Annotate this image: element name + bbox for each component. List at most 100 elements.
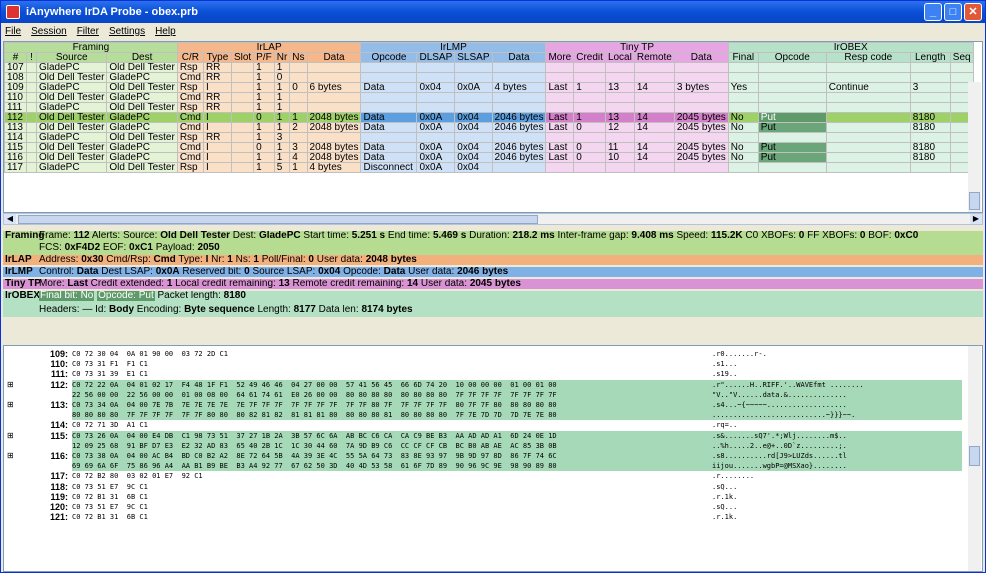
detail-field-value[interactable]: Body (109, 305, 134, 315)
column-header[interactable]: DLSAP (416, 52, 456, 63)
hex-row[interactable]: ⊞ 113: C0 73 34 0A 04 00 7E 7B 7E 7E 7E 7E… (4, 400, 964, 410)
detail-field-value[interactable]: 218.2 ms (512, 231, 554, 241)
menu-settings[interactable]: Settings (109, 26, 145, 37)
detail-irobex-row-2[interactable]: Headers: — Id: Body Encoding: Byte seque… (3, 305, 983, 315)
column-header[interactable]: Ns (289, 52, 308, 63)
detail-field-value[interactable]: 0x0A (156, 267, 180, 277)
menu-filter[interactable]: Filter (77, 26, 99, 37)
column-header[interactable]: Dest (106, 52, 178, 63)
detail-field-value[interactable]: 8177 (294, 305, 316, 315)
detail-field-value[interactable]: 13 (279, 279, 290, 289)
hex-row[interactable]: 80 80 80 80 7F 7F 7F 7F 7F 7F 80 80 80 8… (4, 410, 964, 421)
hex-row[interactable]: 114: C0 72 71 3D A1 C1 .rq=.. (4, 420, 964, 430)
column-header[interactable]: Local (604, 52, 635, 63)
hex-row[interactable]: ⊞ 115: C0 73 26 0A 04 00 E4 DB C1 98 73 51… (4, 430, 964, 441)
table-row[interactable]: 113 Old Dell Tester GladePC Cmd I 1 1 2 2048 byt… (4, 122, 974, 133)
detail-irlap-row[interactable]: IrLAP Address: 0x30 Cmd/Rsp: Cmd Type: I … (3, 255, 983, 265)
hex-vertical-scrollbar[interactable] (968, 346, 981, 571)
minimize-button[interactable]: _ (924, 3, 942, 21)
detail-field-value[interactable]: Data (77, 267, 99, 277)
detail-field-value[interactable]: 2050 (197, 243, 219, 253)
hex-row[interactable]: ⊞ 116: C0 73 38 0A 04 00 AC B4 BD C0 B2 A2… (4, 451, 964, 461)
title-bar[interactable]: iAnywhere IrDA Probe - obex.prb _ □ ✕ (1, 1, 985, 23)
detail-field-value[interactable]: 0x30 (81, 255, 103, 265)
detail-field-value[interactable]: 9.408 ms (631, 231, 673, 241)
column-header[interactable]: Data (491, 52, 547, 63)
column-header[interactable]: Opcode (360, 52, 418, 63)
hex-row[interactable]: 118: C0 73 51 E7 9C C1 .sQ... (4, 482, 964, 492)
menu-file[interactable]: File (5, 26, 21, 37)
column-header[interactable]: Type (202, 52, 232, 63)
scroll-right-icon[interactable]: ▶ (970, 214, 982, 224)
table-row[interactable]: 108 Old Dell Tester GladePC Cmd RR 1 0 (4, 72, 974, 83)
detail-field-value[interactable]: Old Dell Tester (160, 231, 230, 241)
column-header[interactable]: Data (306, 52, 362, 63)
column-header[interactable]: Credit (573, 52, 606, 63)
column-header[interactable]: C/R (176, 52, 204, 63)
hex-row[interactable]: 120: C0 73 51 E7 9C C1 .sQ... (4, 502, 964, 512)
column-header[interactable]: Remote (633, 52, 675, 63)
detail-field-value[interactable]: Byte sequence (184, 305, 255, 315)
table-row[interactable]: 112 Old Dell Tester GladePC Cmd I 0 1 1 2048 byt… (4, 112, 974, 123)
hex-row[interactable]: 111: C0 73 31 39 E1 C1 .s19.. (4, 369, 964, 379)
hex-row[interactable]: ⊞ 112: C0 72 22 0A 04 01 02 17 F4 48 1F F1… (4, 379, 964, 390)
column-header[interactable]: More (545, 52, 575, 63)
column-header[interactable]: P/F (253, 52, 275, 63)
hex-row[interactable]: 12 09 25 68 91 BF D7 E3 E2 32 AD 83 65 4… (4, 440, 964, 451)
table-row[interactable]: 109 GladePC Old Dell Tester Rsp I 1 1 0 6 bytes D… (4, 82, 974, 93)
detail-field-value[interactable]: 115.2K (711, 231, 743, 241)
column-header[interactable]: Slot (230, 52, 255, 63)
group-header[interactable]: Framing (4, 42, 178, 53)
packet-table-vertical-scrollbar[interactable] (968, 82, 981, 212)
column-header[interactable]: Seq (949, 52, 974, 63)
detail-field-value[interactable]: 0xC1 (129, 243, 153, 253)
obex-opcode[interactable]: Opcode: Put (97, 291, 155, 301)
column-header[interactable]: Source (35, 52, 108, 63)
scroll-thumb[interactable] (18, 215, 538, 224)
detail-field-value[interactable]: 5.251 s (352, 231, 385, 241)
detail-irlmp-row[interactable]: IrLMP Control: Data Dest LSAP: 0x0A Reser… (3, 267, 983, 277)
detail-field-value[interactable]: 2045 bytes (470, 279, 521, 289)
scroll-left-icon[interactable]: ◀ (4, 214, 16, 224)
detail-field-value[interactable]: 2046 bytes (457, 267, 508, 277)
column-header[interactable]: Final (727, 52, 759, 63)
detail-field-value[interactable]: 0xF4D2 (65, 243, 101, 253)
column-header[interactable]: # (4, 52, 27, 63)
detail-field-value[interactable]: GladePC (259, 231, 301, 241)
detail-field-value[interactable]: 5.469 s (433, 231, 466, 241)
detail-field-value[interactable]: Data (384, 267, 406, 277)
column-header[interactable]: Length (909, 52, 951, 63)
detail-framing-row-2[interactable]: FCS: 0xF4D2 EOF: 0xC1 Payload: 2050 (3, 243, 983, 253)
menu-session[interactable]: Session (31, 26, 67, 37)
detail-field-value[interactable]: 0x04 (318, 267, 340, 277)
group-header[interactable]: IrLMP (360, 42, 547, 53)
scroll-thumb[interactable] (969, 192, 980, 210)
table-row[interactable]: 115 Old Dell Tester GladePC Cmd I 0 1 3 2048 byt… (4, 142, 974, 153)
maximize-button[interactable]: □ (944, 3, 962, 21)
scroll-thumb[interactable] (969, 446, 980, 466)
group-header[interactable]: Tiny TP (545, 42, 729, 53)
table-row[interactable]: 114 GladePC Old Dell Tester Rsp RR 1 3 (4, 132, 974, 143)
hex-row[interactable]: 110: C0 73 31 F1 F1 C1 .s1... (4, 359, 964, 369)
column-header[interactable]: Resp code (825, 52, 911, 63)
group-header[interactable]: IrOBEX (727, 42, 974, 53)
hex-row[interactable]: 22 56 00 00 22 56 00 00 01 00 08 00 64 6… (4, 389, 964, 400)
hex-row[interactable]: 69 69 6A 6F 75 86 96 A4 AA B1 B9 BE B3 A… (4, 461, 964, 472)
group-header[interactable]: IrLAP (176, 42, 362, 53)
table-row[interactable]: 111 GladePC Old Dell Tester Rsp RR 1 1 (4, 102, 974, 113)
table-row[interactable]: 107 GladePC Old Dell Tester Rsp RR 1 1 (4, 62, 974, 73)
column-header[interactable]: Opcode (757, 52, 827, 63)
hex-row[interactable]: 119: C0 72 B1 31 6B C1 .r.1k. (4, 492, 964, 502)
detail-field-value[interactable]: 14 (407, 279, 418, 289)
detail-field-value[interactable]: 2048 bytes (366, 255, 417, 265)
column-header[interactable]: Data (673, 52, 729, 63)
column-header[interactable]: SLSAP (454, 52, 493, 63)
hex-row[interactable]: 117: C0 72 B2 80 03 02 01 E7 92 C1 .r.....… (4, 471, 964, 481)
obex-final-bit[interactable]: Final bit: No (39, 291, 95, 301)
menu-help[interactable]: Help (155, 26, 176, 37)
detail-field-value[interactable]: 112 (73, 231, 89, 241)
table-row[interactable]: 116 Old Dell Tester GladePC Cmd I 1 1 4 2048 byt… (4, 152, 974, 163)
detail-tinytp-row[interactable]: Tiny TPMore: Last Credit extended: 1 Loc… (3, 279, 983, 289)
table-row[interactable]: 110 Old Dell Tester GladePC Cmd RR 1 1 (4, 92, 974, 103)
detail-field-value[interactable]: 0xC0 (894, 231, 918, 241)
